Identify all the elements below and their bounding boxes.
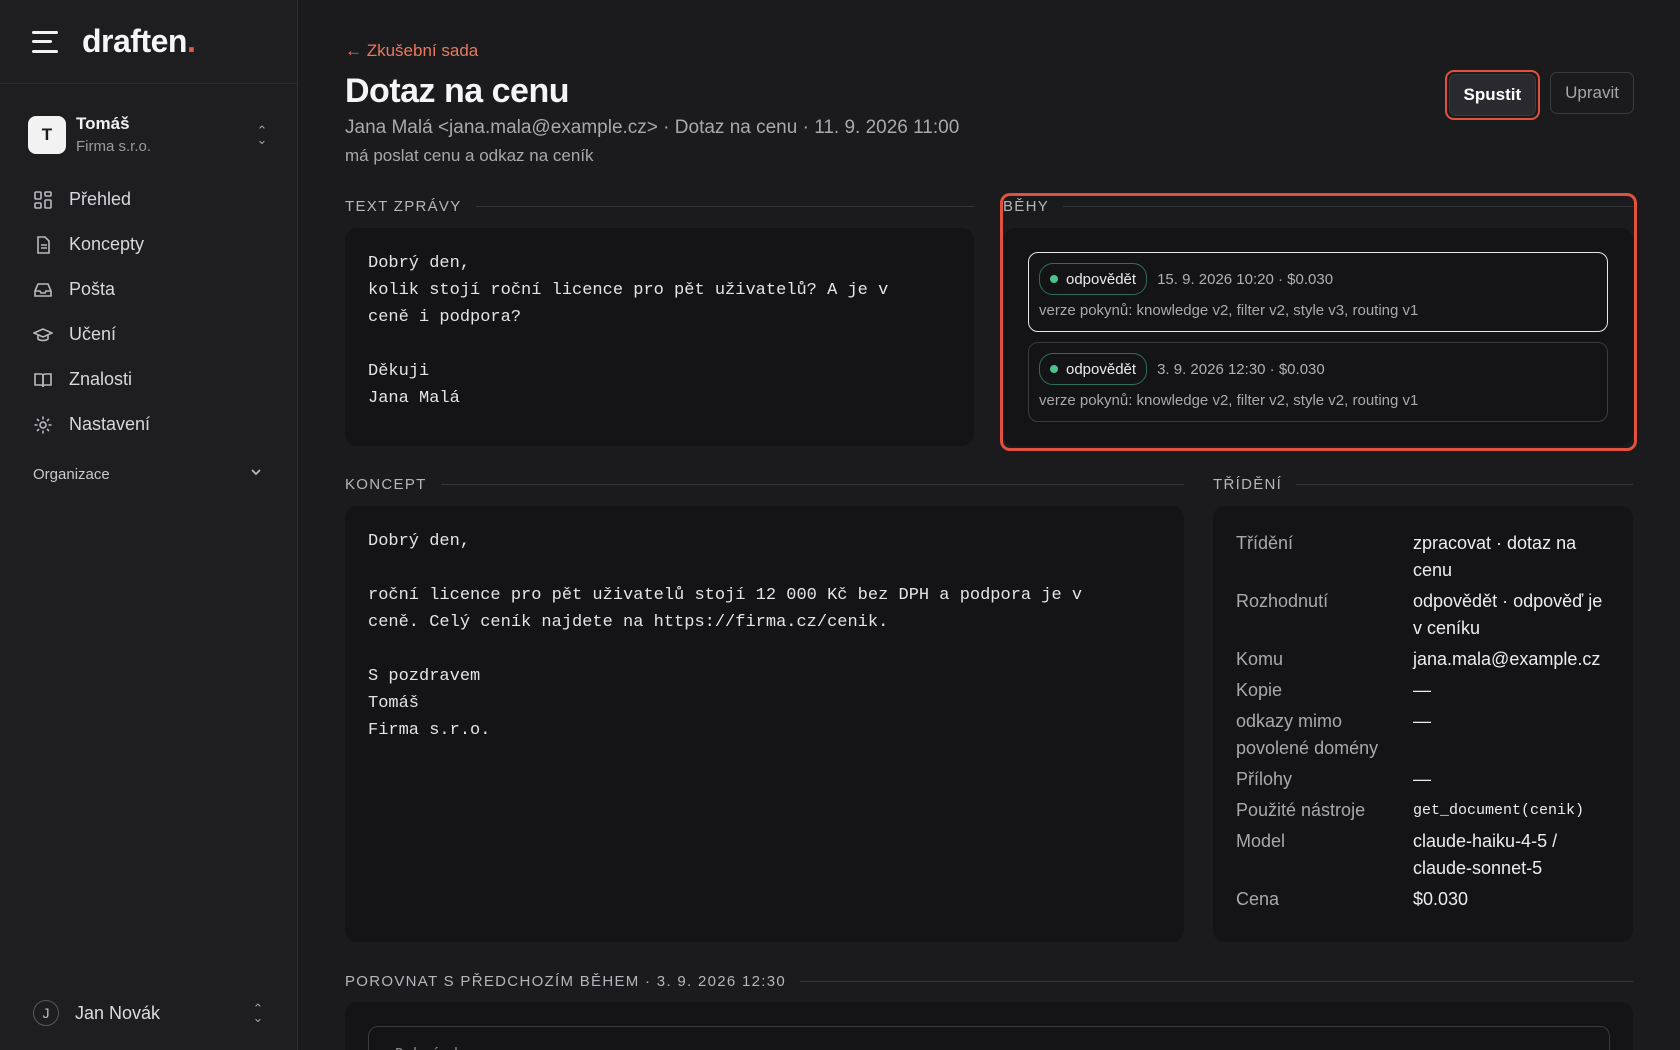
triage-value: — xyxy=(1413,769,1431,789)
triage-key: Model xyxy=(1236,831,1286,851)
org-avatar: T xyxy=(28,115,66,154)
triage-row: Použité nástroje get_document(cenik) xyxy=(1236,797,1610,824)
user-menu[interactable]: J Jan Novák ⌃ ⌄ xyxy=(0,1000,297,1026)
message-section-label: TEXT ZPRÁVY xyxy=(345,198,974,215)
triage-key: Třídění xyxy=(1236,533,1294,553)
triage-section-label: TŘÍDĚNÍ xyxy=(1213,476,1633,493)
sidebar-item-label: Pošta xyxy=(69,279,116,299)
triage-row: Přílohy — xyxy=(1236,766,1610,793)
sidebar-item-uceni[interactable]: Učení xyxy=(0,312,297,357)
sidebar-nav: Přehled Koncepty Pošta Učení Znalosti Na… xyxy=(0,173,297,487)
document-icon xyxy=(33,235,53,255)
sidebar-item-znalosti[interactable]: Znalosti xyxy=(0,357,297,402)
triage-row: Rozhodnutí odpovědět · odpověď je v ceník… xyxy=(1236,588,1610,642)
section-label-text: TEXT ZPRÁVY xyxy=(345,198,462,215)
triage-value: — xyxy=(1413,711,1431,731)
back-link[interactable]: ← Zkušební sada xyxy=(345,41,478,61)
gear-icon xyxy=(33,415,53,435)
message-card: Dobrý den, kolik stojí roční licence pro… xyxy=(345,228,974,446)
sidebar-item-label: Přehled xyxy=(69,189,132,209)
compare-card: Dobrý den, xyxy=(345,1002,1633,1050)
chevron-updown-icon: ⌃ ⌄ xyxy=(256,122,268,147)
logo: draften. xyxy=(82,23,196,59)
triage-value: zpracovat · dotaz na cenu xyxy=(1413,533,1577,580)
triage-key: Rozhodnutí xyxy=(1236,591,1329,611)
book-icon xyxy=(33,370,53,390)
sidebar-item-label: Koncepty xyxy=(69,234,145,254)
triage-key: Cena xyxy=(1236,889,1280,909)
action-bar: Spustit Upravit xyxy=(1444,70,1634,120)
section-label-text: TŘÍDĚNÍ xyxy=(1213,476,1283,493)
triage-value: $0.030 xyxy=(1413,889,1469,909)
message-body: Dobrý den, kolik stojí roční licence pro… xyxy=(368,254,889,408)
triage-key: odkazy mimo povolené domény xyxy=(1236,711,1379,758)
sidebar-item-prehled[interactable]: Přehled xyxy=(0,177,297,222)
triage-value: odpovědět · odpověď je v ceníku xyxy=(1413,591,1603,638)
org-name: Tomáš xyxy=(76,114,130,133)
message-meta: Jana Malá <jana.mala@example.cz> · Dotaz… xyxy=(345,117,960,138)
sidebar-item-nastaveni[interactable]: Nastavení xyxy=(0,402,297,447)
sidebar-item-label: Znalosti xyxy=(69,369,133,389)
run-button[interactable]: Spustit xyxy=(1448,74,1537,116)
main-content: ← Zkušební sada Dotaz na cenu Jana Malá … xyxy=(298,0,1680,1050)
triage-value: — xyxy=(1413,680,1431,700)
sidebar-item-posta[interactable]: Pošta xyxy=(0,267,297,312)
compare-section-label: POROVNAT S PŘEDCHOZÍM BĚHEM · 3. 9. 2026… xyxy=(345,973,1633,990)
triage-value: claude-haiku-4-5 / claude-sonnet-5 xyxy=(1413,831,1558,878)
draft-section-label: KONCEPT xyxy=(345,476,1184,493)
triage-value: get_document(cenik) xyxy=(1413,802,1585,819)
grid-icon xyxy=(33,190,53,210)
draft-body: Dobrý den, roční licence pro pět uživate… xyxy=(368,532,1083,740)
chevron-updown-icon: ⌃ ⌄ xyxy=(252,1001,264,1025)
sidebar-item-label: Učení xyxy=(69,324,117,344)
user-avatar: J xyxy=(33,1000,59,1026)
triage-row: Kopie — xyxy=(1236,677,1610,704)
draft-card: Dobrý den, roční licence pro pět uživate… xyxy=(345,506,1184,942)
triage-key: Přílohy xyxy=(1236,769,1293,789)
sidebar: draften. T Tomáš Firma s.r.o. ⌃ ⌄ Přehled… xyxy=(0,0,298,1050)
user-name: Jan Novák xyxy=(75,1002,161,1023)
triage-row: Třídění zpracovat · dotaz na cenu xyxy=(1236,530,1610,584)
org-switcher[interactable]: T Tomáš Firma s.r.o. ⌃ ⌄ xyxy=(0,84,297,173)
section-label-text: KONCEPT xyxy=(345,476,427,493)
compare-diff-box: Dobrý den, xyxy=(368,1026,1610,1050)
triage-card: Třídění zpracovat · dotaz na cenu Rozhodn… xyxy=(1213,506,1633,942)
section-label-text: POROVNAT S PŘEDCHOZÍM BĚHEM · 3. 9. 2026… xyxy=(345,973,787,990)
menu-icon[interactable] xyxy=(32,30,60,53)
triage-key: Použité nástroje xyxy=(1236,800,1366,820)
inbox-icon xyxy=(33,280,53,300)
message-note: má poslat cenu a odkaz na ceník xyxy=(345,146,594,165)
triage-key: Kopie xyxy=(1236,680,1283,700)
page-title: Dotaz na cenu xyxy=(345,72,569,110)
triage-row: Model claude-haiku-4-5 / claude-sonnet-5 xyxy=(1236,828,1610,882)
brand-bar: draften. xyxy=(0,0,297,84)
org-company: Firma s.r.o. xyxy=(76,138,152,155)
triage-key: Komu xyxy=(1236,649,1284,669)
run-button-highlight: Spustit xyxy=(1444,70,1541,120)
sidebar-section-organizace[interactable]: Organizace xyxy=(0,447,297,483)
sidebar-item-label: Nastavení xyxy=(69,414,151,434)
sidebar-item-koncepty[interactable]: Koncepty xyxy=(0,222,297,267)
runs-highlight xyxy=(1000,193,1637,451)
triage-row: Cena $0.030 xyxy=(1236,886,1610,913)
graduation-cap-icon xyxy=(33,325,53,345)
edit-button[interactable]: Upravit xyxy=(1550,72,1634,114)
compare-preview: Dobrý den, xyxy=(395,1041,1583,1050)
triage-value: jana.mala@example.cz xyxy=(1413,649,1601,669)
triage-row: Komu jana.mala@example.cz xyxy=(1236,646,1610,673)
chevron-down-icon xyxy=(249,465,263,483)
sidebar-section-label: Organizace xyxy=(33,465,110,483)
triage-row: odkazy mimo povolené domény — xyxy=(1236,708,1610,762)
